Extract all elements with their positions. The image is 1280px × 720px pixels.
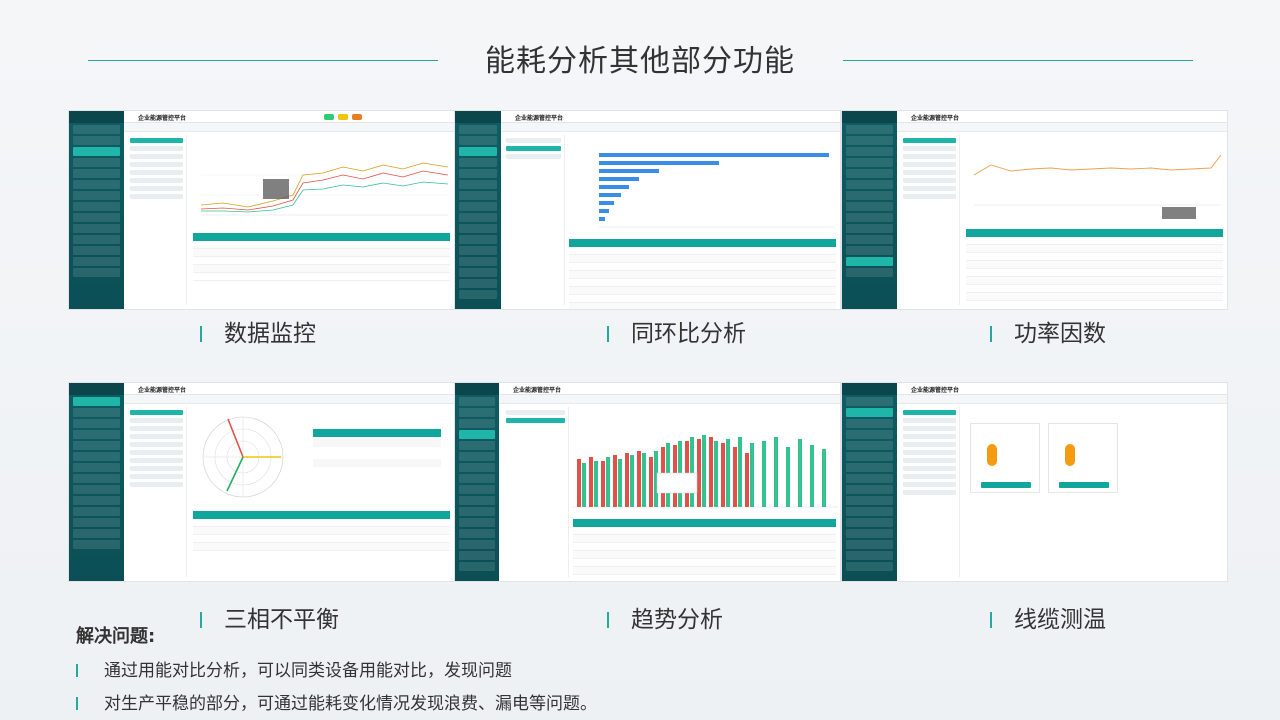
caption-power-factor: 功率因数	[990, 314, 1106, 348]
ranking-content	[569, 135, 836, 309]
device-tree	[503, 135, 565, 305]
device-tree	[900, 407, 960, 577]
app-tabs	[501, 123, 840, 132]
app-name: 企业能源管控平台	[515, 115, 564, 122]
app-name: 企业能源管控平台	[911, 387, 960, 394]
app-tabs	[124, 395, 454, 404]
screenshot-three-phase-imbalance: 企业能源管控平台	[68, 382, 455, 582]
app-tabs	[897, 395, 1227, 404]
phase-content	[193, 407, 450, 577]
caption-data-monitoring: 数据监控	[200, 314, 316, 348]
device-tree	[127, 135, 187, 305]
app-sidebar	[455, 383, 499, 581]
screenshot-cable-temperature: 企业能源管控平台	[841, 382, 1228, 582]
slide-title: 能耗分析其他部分功能	[485, 44, 795, 79]
app-header: 企业能源管控平台	[499, 383, 840, 395]
app-sidebar	[69, 111, 124, 309]
app-header: 企业能源管控平台	[897, 383, 1227, 395]
caption-trend-analysis: 趋势分析	[607, 600, 723, 634]
device-tree	[900, 135, 960, 305]
temperature-content	[966, 407, 1223, 577]
app-name: 企业能源管控平台	[911, 115, 960, 122]
app-header: 企业能源管控平台	[897, 111, 1227, 123]
device-tree	[127, 407, 187, 577]
caption-yoy-mom-analysis: 同环比分析	[607, 314, 746, 348]
screenshot-power-factor: 企业能源管控平台	[841, 110, 1228, 310]
caption-three-phase-imbalance: 三相不平衡	[200, 600, 339, 634]
trend-bar-chart	[573, 435, 838, 508]
app-name: 企业能源管控平台	[138, 387, 187, 394]
thermometer-icon	[987, 444, 997, 466]
app-sidebar	[455, 111, 501, 309]
power-factor-content	[966, 135, 1223, 305]
app-tabs	[499, 395, 840, 404]
problems-title: 解决问题:	[76, 626, 156, 647]
app-name: 企业能源管控平台	[513, 387, 562, 394]
app-sidebar	[842, 383, 897, 581]
app-tabs	[897, 123, 1227, 132]
screenshot-trend-analysis: 企业能源管控平台	[454, 382, 841, 582]
monitor-line-chart	[193, 135, 452, 225]
app-tabs	[124, 123, 454, 132]
app-name: 企业能源管控平台	[138, 115, 187, 122]
problem-item: 通过用能对比分析，可以同类设备用能对比，发现问题	[76, 656, 512, 681]
app-sidebar	[69, 383, 124, 581]
power-factor-line-chart	[973, 154, 1222, 219]
caption-cable-temperature: 线缆测温	[990, 600, 1106, 634]
monitor-content	[193, 135, 452, 305]
sensor-detail-button[interactable]	[1059, 482, 1109, 488]
device-tree	[503, 407, 569, 577]
ranking-bar-chart	[599, 153, 834, 228]
screenshot-data-monitoring: 企业能源管控平台	[68, 110, 455, 310]
sensor-card	[1048, 423, 1118, 493]
app-header: 企业能源管控平台	[124, 383, 454, 395]
thermometer-icon	[1065, 444, 1075, 466]
sensor-card	[970, 423, 1040, 493]
phasor-polar-chart	[202, 416, 441, 498]
sensor-detail-button[interactable]	[981, 482, 1031, 488]
app-sidebar	[842, 111, 897, 309]
app-header: 企业能源管控平台	[124, 111, 454, 123]
app-header: 企业能源管控平台	[501, 111, 840, 123]
trend-content	[573, 407, 838, 577]
problem-item: 对生产平稳的部分，可通过能耗变化情况发现浪费、漏电等问题。	[76, 689, 597, 714]
screenshot-yoy-mom-analysis: 企业能源管控平台	[454, 110, 841, 310]
